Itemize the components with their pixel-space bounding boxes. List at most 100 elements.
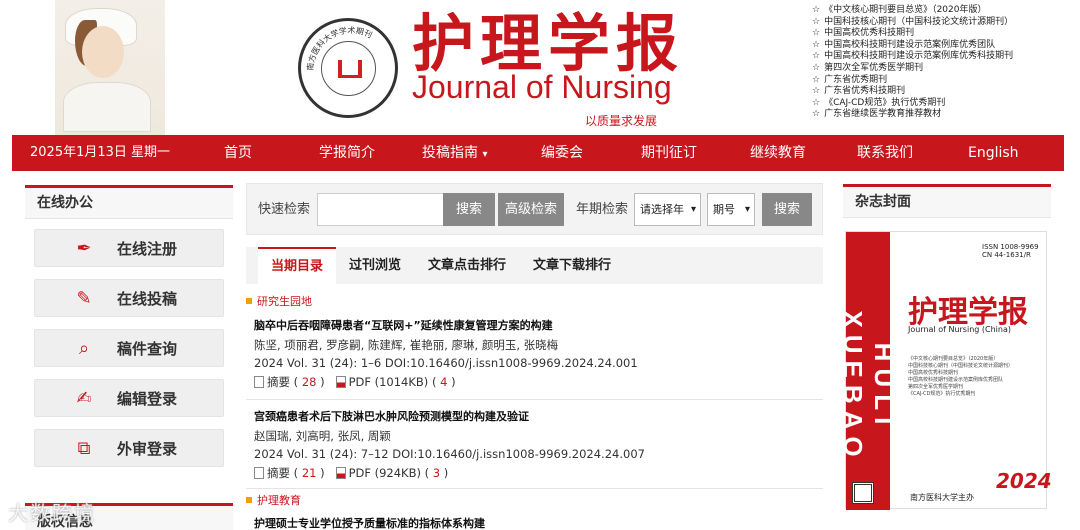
- star-icon: ☆: [812, 39, 821, 50]
- article-authors: 赵国瑞, 刘高明, 张凤, 周颖: [254, 428, 391, 443]
- article-links: 摘要 ( 21 ) PDF (924KB) ( 3 ): [254, 464, 823, 483]
- cover-issn: ISSN 1008-9969 CN 44-1631/R: [982, 243, 1039, 259]
- pdf-link[interactable]: PDF: [349, 466, 371, 480]
- year-issue-search-label: 年期检索: [576, 202, 629, 217]
- honor-item: ☆ 中国高校科技期刊建设示范案例库优秀团队: [812, 39, 996, 50]
- article-tabs: 当期目录 过刊浏览 文章点击排行 文章下载排行: [246, 247, 823, 284]
- article-item: 宫颈癌患者术后下肢淋巴水肿风险预测模型的构建及验证 赵国瑞, 刘高明, 张凤, …: [254, 408, 823, 482]
- watermark: 大数跨境: [8, 501, 96, 525]
- online-submit-button[interactable]: ✎ 在线投稿: [34, 279, 224, 317]
- panel-title: 在线办公: [25, 185, 233, 219]
- honor-item: ☆ 《CAJ-CD规范》执行优秀期刊: [812, 97, 946, 108]
- pdf-link[interactable]: PDF: [349, 375, 371, 389]
- article-title[interactable]: 脑卒中后吞咽障碍患者“互联网+”延续性康复管理方案的构建: [254, 317, 823, 336]
- panel-title: 杂志封面: [843, 184, 1051, 218]
- abstract-icon: [254, 466, 264, 479]
- tab-past-issues[interactable]: 过刊浏览: [349, 247, 401, 284]
- honor-item: ☆ 中国高校优秀科技期刊: [812, 28, 915, 39]
- divider: [246, 399, 823, 400]
- quick-search-input[interactable]: [317, 193, 444, 226]
- quick-search-label: 快速检索: [258, 202, 311, 217]
- cover-issue-number: 2024: [996, 469, 1052, 493]
- tab-click-ranking[interactable]: 文章点击排行: [428, 247, 506, 284]
- main-nav: 2025年1月13日 星期一 首页 学报简介 投稿指南 ▾ 编委会 期刊征订 继…: [12, 135, 1064, 171]
- article-links: 摘要 ( 28 ) PDF (1014KB) ( 4 ): [254, 373, 823, 392]
- abstract-count: 21: [301, 465, 317, 480]
- pdf-icon: [335, 466, 346, 479]
- chevron-down-icon: ▾: [482, 149, 488, 160]
- search-bar: 快速检索 搜索 高级检索 年期检索 请选择年 期号 搜索: [246, 183, 823, 235]
- bullet-icon: [246, 497, 252, 503]
- year-search-button[interactable]: 搜索: [762, 193, 812, 226]
- online-register-button[interactable]: ✒ 在线注册: [34, 229, 224, 267]
- abstract-icon: [254, 375, 264, 388]
- nav-contact[interactable]: 联系我们: [857, 135, 913, 171]
- article-item: 脑卒中后吞咽障碍患者“互联网+”延续性康复管理方案的构建 陈坚, 项丽君, 罗彦…: [254, 317, 823, 391]
- slogan: 以质量求发展: [585, 114, 658, 128]
- nav-subscription[interactable]: 期刊征订: [641, 135, 697, 171]
- star-icon: ☆: [812, 28, 821, 39]
- divider: [246, 488, 823, 489]
- quill-pen-icon: ✒: [76, 238, 92, 259]
- abstract-link[interactable]: 摘要: [267, 466, 290, 480]
- honor-item: ☆ 中国科技核心期刊（中国科技论文统计源期刊）: [812, 16, 1014, 27]
- article-item: 护理硕士专业学位授予质量标准的指标体系构建: [254, 515, 823, 530]
- honor-item: ☆ 广东省优秀科技期刊: [812, 86, 906, 97]
- editor-login-button[interactable]: ✍ 编辑登录: [34, 379, 224, 417]
- star-icon: ☆: [812, 16, 821, 27]
- manuscript-query-button[interactable]: ⌕ 稿件查询: [34, 329, 224, 367]
- cover-spine: HULI XUEBAO: [838, 232, 899, 510]
- nav-editorial-board[interactable]: 编委会: [541, 135, 583, 171]
- article-citation: 2024 Vol. 31 (24): 7–12 DOI:10.16460/j.i…: [254, 447, 645, 461]
- nav-english[interactable]: English: [968, 135, 1019, 171]
- pdf-icon: [335, 375, 346, 388]
- pdf-count: 3: [432, 465, 441, 480]
- bullet-icon: [246, 298, 252, 304]
- cover-subtitle: Journal of Nursing (China): [908, 325, 1011, 334]
- pdf-count: 4: [440, 374, 448, 389]
- online-office-panel: 在线办公 ✒ 在线注册 ✎ 在线投稿 ⌕ 稿件查询 ✍ 编辑登录 ⧉ 外审登录: [25, 185, 233, 467]
- site-header: 南方医科大学学术期刊 护理学报 Journal of Nursing 以质量求发…: [0, 0, 1080, 135]
- honor-item: ☆ 广东省继续医学教育推荐教材: [812, 109, 942, 120]
- review-login-icon: ⧉: [77, 438, 91, 459]
- tab-download-ranking[interactable]: 文章下载排行: [533, 247, 611, 284]
- abstract-count: 28: [301, 374, 317, 389]
- star-icon: ☆: [812, 109, 821, 120]
- submit-document-icon: ✎: [76, 288, 92, 309]
- pdf-size: (924KB): [374, 465, 421, 480]
- article-title[interactable]: 宫颈癌患者术后下肢淋巴水肿风险预测模型的构建及验证: [254, 408, 823, 427]
- cover-publisher: 南方医科大学主办: [910, 493, 974, 502]
- cover-panel: 杂志封面 HULI XUEBAO ISSN 1008-9969 CN 44-163…: [838, 184, 1052, 510]
- university-logo: 南方医科大学学术期刊: [298, 18, 398, 118]
- honor-item: ☆ 中国高校科技期刊建设示范案例库优秀科技期刊: [812, 51, 1014, 62]
- star-icon: ☆: [812, 74, 821, 85]
- abstract-link[interactable]: 摘要: [267, 375, 290, 389]
- star-icon: ☆: [812, 86, 821, 97]
- star-icon: ☆: [812, 51, 821, 62]
- year-select[interactable]: 请选择年: [634, 193, 701, 226]
- nav-about[interactable]: 学报简介: [319, 135, 375, 171]
- honor-item: ☆ 广东省优秀期刊: [812, 74, 888, 85]
- nav-continuing-education[interactable]: 继续教育: [750, 135, 806, 171]
- pdf-size: (1014KB): [374, 374, 429, 389]
- journal-cover-image[interactable]: HULI XUEBAO ISSN 1008-9969 CN 44-1631/R 护…: [838, 231, 1052, 510]
- edit-icon: ✍: [76, 388, 92, 409]
- star-icon: ☆: [812, 5, 821, 15]
- honors-list: ☆ 《中文核心期刊要目总览》（2020年版） ☆ 中国科技核心期刊（中国科技论文统计…: [812, 5, 1013, 121]
- issue-select[interactable]: 期号: [707, 193, 755, 226]
- search-button[interactable]: 搜索: [443, 193, 495, 226]
- honor-item: ☆ 《中文核心期刊要目总览》（2020年版）: [812, 5, 987, 15]
- article-authors: 陈坚, 项丽君, 罗彦嗣, 陈建辉, 崔艳丽, 廖琳, 颜明玉, 张晓梅: [254, 337, 559, 352]
- star-icon: ☆: [812, 62, 821, 73]
- tab-current-issue[interactable]: 当期目录: [258, 247, 337, 284]
- nurse-illustration: [55, 0, 165, 135]
- journal-title-en: Journal of Nursing: [412, 69, 672, 105]
- nav-home[interactable]: 首页: [224, 135, 252, 171]
- cover-honors: 《中文核心期刊要目总览》（2020年版） 中国科技核心期刊（中国科技论文统计源期…: [908, 356, 1014, 397]
- advanced-search-button[interactable]: 高级检索: [498, 193, 564, 226]
- reviewer-login-button[interactable]: ⧉ 外审登录: [34, 429, 224, 467]
- star-icon: ☆: [812, 97, 821, 108]
- article-title[interactable]: 护理硕士专业学位授予质量标准的指标体系构建: [254, 515, 823, 530]
- search-document-icon: ⌕: [78, 338, 90, 359]
- nav-submission-guide[interactable]: 投稿指南 ▾: [422, 135, 487, 171]
